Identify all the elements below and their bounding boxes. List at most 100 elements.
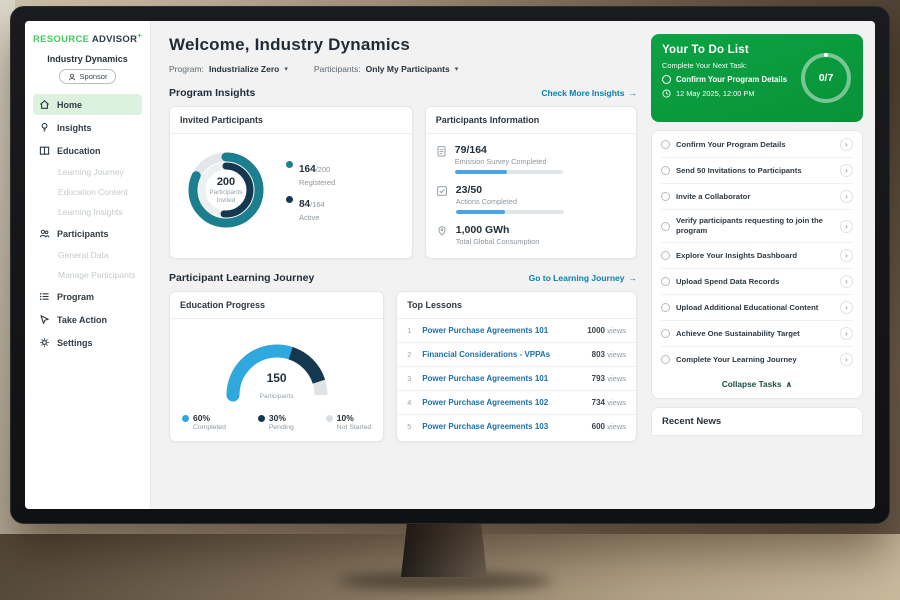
lesson-rank: 5: [407, 422, 415, 431]
legend-dot: [258, 415, 265, 422]
task-label: Upload Additional Educational Content: [676, 303, 834, 313]
checkbox-circle-icon[interactable]: [661, 192, 670, 201]
gear-icon: [39, 337, 50, 348]
lesson-rank: 4: [407, 398, 415, 407]
lesson-link[interactable]: Power Purchase Agreements 102: [422, 398, 584, 407]
task-row-achieve-target[interactable]: Achieve One Sustainability Target ›: [661, 321, 853, 347]
invited-total-label: Participants Invited: [204, 189, 248, 205]
filter-bar: Program: Industrialize Zero ▾ Participan…: [169, 64, 637, 74]
checkbox-circle-icon[interactable]: [661, 166, 670, 175]
todo-next-task[interactable]: Confirm Your Program Details: [662, 75, 797, 84]
sidebar-item-settings[interactable]: Settings: [33, 332, 142, 353]
chevron-right-icon[interactable]: ›: [840, 190, 853, 203]
lesson-views-suffix: views: [607, 398, 626, 407]
task-row-confirm-program[interactable]: Confirm Your Program Details ›: [661, 132, 853, 158]
legend-item-active: 84/164 Active: [286, 194, 335, 222]
invited-participants-card: Invited Participants 200 Participants In…: [169, 106, 413, 259]
sidebar-item-education-content[interactable]: Education Content: [33, 183, 142, 201]
checkbox-circle-icon[interactable]: [661, 277, 670, 286]
active-label: Active: [299, 213, 325, 222]
chevron-right-icon[interactable]: ›: [840, 164, 853, 177]
checkbox-circle-icon[interactable]: [662, 75, 671, 84]
task-label: Explore Your Insights Dashboard: [676, 251, 834, 261]
checkbox-circle-icon[interactable]: [661, 329, 670, 338]
sidebar-item-participants[interactable]: Participants: [33, 223, 142, 244]
checkbox-circle-icon[interactable]: [661, 251, 670, 260]
legend-pct: 60%: [193, 413, 226, 423]
sidebar-item-insights[interactable]: Insights: [33, 117, 142, 138]
actions-progress-bar: [456, 210, 564, 214]
monitor-bezel: RESOURCE ADVISOR+ Industry Dynamics Spon…: [10, 6, 890, 524]
task-label: Complete Your Learning Journey: [676, 355, 834, 365]
lesson-link[interactable]: Power Purchase Agreements 101: [422, 326, 580, 335]
go-to-learning-journey-link[interactable]: Go to Learning Journey →: [529, 273, 637, 283]
lesson-link[interactable]: Power Purchase Agreements 101: [422, 374, 584, 383]
stat-emission-survey: 79/164 Emission Survey Completed: [436, 144, 626, 174]
sidebar-item-program[interactable]: Program: [33, 286, 142, 307]
section-title: Program Insights: [169, 87, 255, 99]
recent-news-header: Recent News: [651, 407, 863, 436]
participants-information-card: Participants Information 79/164 Emission…: [425, 106, 637, 259]
checkbox-circle-icon[interactable]: [661, 355, 670, 364]
chevron-right-icon[interactable]: ›: [840, 220, 853, 233]
sidebar-item-label: General Data: [58, 250, 109, 260]
collapse-tasks-link[interactable]: Collapse Tasks ∧: [661, 372, 853, 397]
check-more-insights-link[interactable]: Check More Insights →: [541, 88, 637, 98]
task-row-upload-educational-content[interactable]: Upload Additional Educational Content ›: [661, 295, 853, 321]
task-label: Achieve One Sustainability Target: [676, 329, 834, 339]
lesson-views-suffix: views: [607, 422, 626, 431]
lesson-link[interactable]: Power Purchase Agreements 103: [422, 422, 584, 431]
sidebar-item-label: Take Action: [57, 315, 107, 325]
main-content: Welcome, Industry Dynamics Program: Indu…: [151, 21, 651, 509]
legend-pct: 10%: [337, 413, 371, 423]
chevron-right-icon[interactable]: ›: [840, 353, 853, 366]
clipboard-icon: [436, 145, 447, 157]
sponsor-badge-label: Sponsor: [80, 72, 108, 81]
location-pin-icon: [436, 225, 448, 237]
sidebar-item-manage-participants[interactable]: Manage Participants: [33, 266, 142, 284]
legend-item-registered: 164/200 Registered: [286, 159, 335, 187]
sidebar-item-home[interactable]: Home: [33, 94, 142, 115]
sidebar: RESOURCE ADVISOR+ Industry Dynamics Spon…: [25, 21, 151, 509]
chevron-right-icon[interactable]: ›: [840, 301, 853, 314]
org-name: Industry Dynamics: [33, 54, 142, 64]
task-row-upload-spend-data[interactable]: Upload Spend Data Records ›: [661, 269, 853, 295]
card-title: Participants Information: [426, 107, 636, 134]
sidebar-item-label: Learning Journey: [58, 167, 124, 177]
checkbox-circle-icon[interactable]: [661, 140, 670, 149]
donut-center-label: 200 Participants Invited: [180, 144, 272, 236]
sidebar-item-general-data[interactable]: General Data: [33, 246, 142, 264]
sidebar-item-label: Program: [57, 292, 94, 302]
checkbox-circle-icon[interactable]: [661, 303, 670, 312]
logo-resource: RESOURCE: [33, 34, 89, 45]
lesson-link[interactable]: Financial Considerations - VPPAs: [422, 350, 584, 359]
chevron-right-icon[interactable]: ›: [840, 275, 853, 288]
task-row-invite-collaborator[interactable]: Invite a Collaborator ›: [661, 184, 853, 210]
checkbox-circle-icon[interactable]: [661, 222, 670, 231]
task-row-complete-learning-journey[interactable]: Complete Your Learning Journey ›: [661, 347, 853, 372]
participants-filter[interactable]: Participants: Only My Participants ▾: [314, 64, 458, 74]
lightbulb-icon: [39, 122, 50, 133]
task-label: Confirm Your Program Details: [676, 140, 834, 150]
chevron-right-icon[interactable]: ›: [840, 138, 853, 151]
sidebar-item-education[interactable]: Education: [33, 140, 142, 161]
sidebar-item-learning-journey[interactable]: Learning Journey: [33, 163, 142, 181]
stat-label: Actions Completed: [456, 197, 564, 206]
task-row-explore-insights[interactable]: Explore Your Insights Dashboard ›: [661, 243, 853, 269]
learning-cards: Education Progress 150 Participants: [169, 291, 637, 442]
program-filter[interactable]: Program: Industrialize Zero ▾: [169, 64, 288, 74]
sidebar-item-learning-insights[interactable]: Learning Insights: [33, 203, 142, 221]
sidebar-item-take-action[interactable]: Take Action: [33, 309, 142, 330]
chevron-right-icon[interactable]: ›: [840, 327, 853, 340]
chevron-down-icon: ▾: [284, 65, 288, 73]
stat-label: Emission Survey Completed: [455, 157, 563, 166]
legend-dot: [326, 415, 333, 422]
card-title: Invited Participants: [170, 107, 412, 134]
chevron-right-icon[interactable]: ›: [840, 249, 853, 262]
collapse-caret-icon: ∧: [786, 379, 793, 389]
task-row-verify-participants[interactable]: Verify participants requesting to join t…: [661, 210, 853, 243]
task-row-send-invitations[interactable]: Send 50 Invitations to Participants ›: [661, 158, 853, 184]
invited-total: 200: [217, 176, 235, 188]
sidebar-item-label: Home: [57, 100, 82, 110]
gauge-label: Participants: [260, 393, 294, 400]
